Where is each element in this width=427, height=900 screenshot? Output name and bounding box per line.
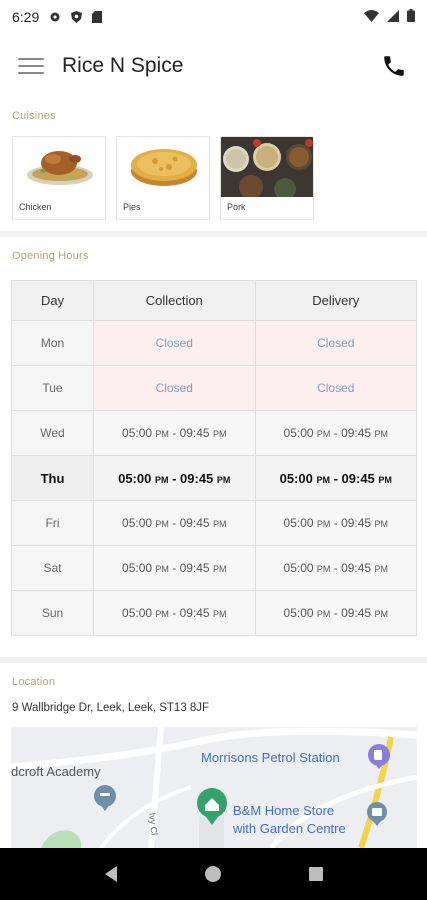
location-heading: Location [12,676,56,688]
day-cell: Wed [11,410,94,456]
system-nav-bar [0,848,427,900]
settings-gear-icon [49,11,61,23]
location-map[interactable]: Morrisons Petrol Station dcroft Academy … [11,727,417,848]
delivery-closed: Closed [254,320,417,366]
pork-image [221,137,313,197]
table-row: Tue Closed Closed [11,365,417,411]
opening-hours-heading: Opening Hours [12,250,89,262]
table-header-row: Day Collection Delivery [11,280,417,321]
delivery-hours: 05:00 PM - 09:45 PM [254,500,417,546]
address-text: 9 Wallbridge Dr, Leek, Leek, ST13 8JF [12,702,210,714]
delivery-hours: 05:00 PM - 09:45 PM [254,590,417,636]
delivery-hours: 05:00 PM - 09:45 PM [254,455,417,501]
cuisine-label: Pork [227,202,246,212]
cuisine-card-pork[interactable]: Pork [220,136,314,220]
battery-icon [407,9,415,25]
table-row: Mon Closed Closed [11,320,417,366]
cuisine-label: Chicken [19,202,52,212]
collection-hours: 05:00 PM - 09:45 PM [93,455,256,501]
pie-image [131,149,197,186]
back-icon[interactable] [101,864,121,884]
table-row: Fri 05:00 PM - 09:45 PM 05:00 PM - 09:45… [11,500,417,546]
collection-hours: 05:00 PM - 09:45 PM [93,590,256,636]
table-row: Sun 05:00 PM - 09:45 PM 05:00 PM - 09:45… [11,590,417,636]
collection-closed: Closed [93,320,256,366]
home-icon[interactable] [203,864,223,884]
phone-icon[interactable] [381,53,407,79]
day-cell: Thu [11,455,94,501]
cuisine-card-chicken[interactable]: Chicken [12,136,106,220]
sd-card-icon [91,11,103,23]
day-cell: Mon [11,320,94,366]
collection-closed: Closed [93,365,256,411]
collection-hours: 05:00 PM - 09:45 PM [93,545,256,591]
cuisines-heading: Cuisines [12,110,56,122]
signal-icon [387,9,399,25]
delivery-hours: 05:00 PM - 09:45 PM [254,545,417,591]
cuisines-list: Chicken Pies Pork [12,136,314,220]
cuisine-card-pies[interactable]: Pies [116,136,210,220]
opening-hours-table: Day Collection Delivery Mon Closed Close… [11,280,417,636]
table-row-today: Thu 05:00 PM - 09:45 PM 05:00 PM - 09:45… [11,455,417,501]
status-bar: 6:29 [0,0,427,34]
day-cell: Fri [11,500,94,546]
day-cell: Sat [11,545,94,591]
app-bar: Rice N Spice [0,34,427,98]
cuisine-label: Pies [123,202,141,212]
header-day: Day [11,280,94,321]
day-cell: Tue [11,365,94,411]
table-row: Wed 05:00 PM - 09:45 PM 05:00 PM - 09:45… [11,410,417,456]
map-background [11,727,417,848]
map-label-academy: dcroft Academy [11,764,101,779]
map-label-store-line2: with Garden Centre [233,821,346,836]
map-label-store: B&M Home Store [233,803,335,818]
header-delivery: Delivery [254,280,417,321]
collection-hours: 05:00 PM - 09:45 PM [93,500,256,546]
recents-icon[interactable] [306,864,326,884]
section-divider [0,231,427,237]
section-divider [0,657,427,663]
shield-icon [70,11,82,23]
delivery-hours: 05:00 PM - 09:45 PM [254,410,417,456]
header-collection: Collection [93,280,256,321]
delivery-closed: Closed [254,365,417,411]
day-cell: Sun [11,590,94,636]
collection-hours: 05:00 PM - 09:45 PM [93,410,256,456]
hamburger-menu-icon[interactable] [18,55,44,77]
table-row: Sat 05:00 PM - 09:45 PM 05:00 PM - 09:45… [11,545,417,591]
chicken-image [27,151,93,185]
map-label-petrol: Morrisons Petrol Station [201,750,340,765]
page-title: Rice N Spice [62,54,184,77]
wifi-icon [364,9,379,25]
status-time: 6:29 [12,9,40,25]
